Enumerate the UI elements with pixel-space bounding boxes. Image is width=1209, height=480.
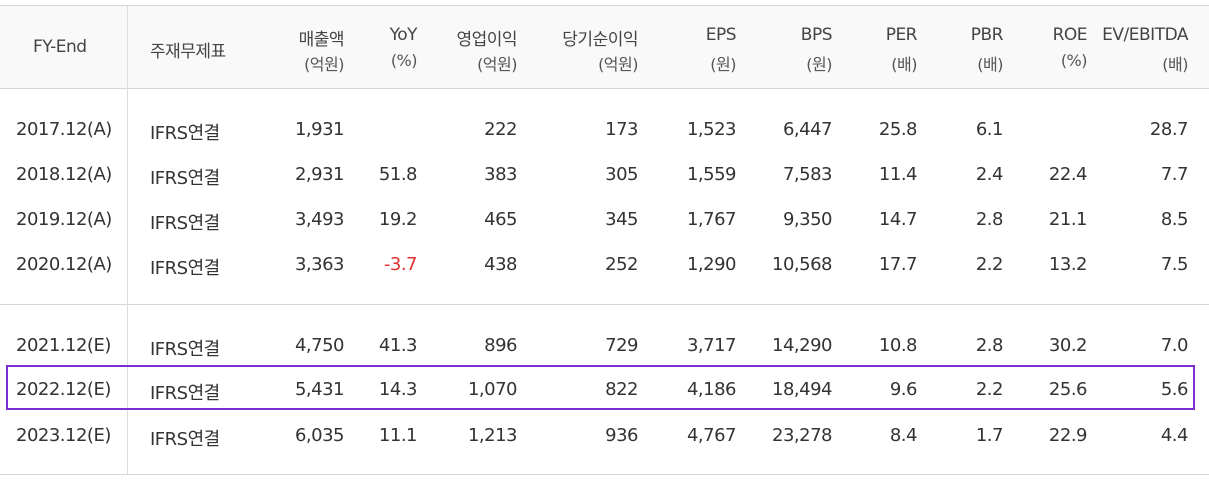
cell-sales: 6,035 [294,425,345,446]
cell-net: 173 [605,119,638,140]
header-yoy-label: YoY [389,25,418,45]
cell-op: 222 [484,119,517,140]
cell-eps: 4,767 [686,425,737,446]
cell-per: 10.8 [878,335,918,356]
cell-pbr: 2.8 [975,335,1004,356]
cell-roe: 22.9 [1048,425,1088,446]
cell-yoy: 11.1 [378,425,418,446]
cell-bps: 6,447 [782,119,833,140]
cell-ev: 7.7 [1160,164,1189,185]
header-fy-label: FY-End [33,37,87,57]
header-op-unit: (억원) [477,55,517,74]
cell-op: 465 [484,209,517,230]
cell-fy: 2021.12(E) [16,335,111,356]
cell-op: 896 [484,335,517,356]
cell-roe: 21.1 [1048,209,1088,230]
cell-eps: 1,290 [686,254,737,275]
cell-eps: 1,559 [686,164,737,185]
header-pbr-label: PBR [970,25,1004,45]
cell-yoy: 19.2 [378,209,418,230]
cell-yoy: -3.7 [383,254,418,275]
cell-pbr: 6.1 [975,119,1004,140]
cell-net: 305 [605,164,638,185]
cell-net: 345 [605,209,638,230]
header-per-unit: (배) [891,55,917,74]
cell-yoy: 51.8 [378,164,418,185]
cell-bps: 10,568 [772,254,832,275]
cell-per: 17.7 [878,254,918,275]
cell-yoy: 41.3 [378,335,418,356]
highlighted-row-outline [6,365,1195,410]
header-net-unit: (억원) [598,55,638,74]
header-bottom-border [0,88,1209,89]
header-ev-unit: (배) [1162,55,1188,74]
header-sales-label: 매출액 [298,30,345,50]
cell-eps: 1,767 [686,209,737,230]
cell-sales: 1,931 [294,119,345,140]
cell-bps: 14,290 [772,335,832,356]
header-net-label: 당기순이익 [562,30,638,50]
cell-eps: 1,523 [686,119,737,140]
cell-eps: 3,717 [686,335,737,356]
header-bps-label: BPS [800,25,833,45]
header-per-label: PER [885,25,918,45]
cell-pbr: 2.8 [975,209,1004,230]
cell-pbr: 2.4 [975,164,1004,185]
cell-fy: 2017.12(A) [16,119,112,140]
cell-roe: 22.4 [1048,164,1088,185]
cell-ev: 8.5 [1160,209,1189,230]
header-yoy-unit: (%) [390,51,418,70]
cell-ev: 7.0 [1160,335,1189,356]
cell-bps: 9,350 [782,209,833,230]
cell-fy: 2020.12(A) [16,254,112,275]
cell-per: 14.7 [878,209,918,230]
cell-fy: 2018.12(A) [16,164,112,185]
table-bottom-border [0,474,1209,475]
header-bps-unit: (원) [806,55,832,74]
cell-per: 11.4 [878,164,918,185]
cell-sales: 3,493 [294,209,345,230]
cell-per: 8.4 [889,425,918,446]
cell-ev: 4.4 [1160,425,1189,446]
cell-sales: 2,931 [294,164,345,185]
cell-net: 729 [605,335,638,356]
cell-sales: 4,750 [294,335,345,356]
cell-bps: 23,278 [772,425,832,446]
header-pbr-unit: (배) [977,55,1003,74]
cell-per: 25.8 [878,119,918,140]
cell-fy: 2019.12(A) [16,209,112,230]
header-top-border [0,5,1209,6]
cell-net: 936 [605,425,638,446]
cell-op: 1,213 [467,425,518,446]
cell-roe: 13.2 [1048,254,1088,275]
cell-bps: 7,583 [782,164,833,185]
cell-fy: 2023.12(E) [16,425,111,446]
header-sales-unit: (억원) [304,55,344,74]
cell-net: 252 [605,254,638,275]
header-eps-unit: (원) [710,55,736,74]
cell-ev: 28.7 [1149,119,1189,140]
cell-op: 438 [484,254,517,275]
header-op-label: 영업이익 [456,30,517,50]
cell-roe: 30.2 [1048,335,1088,356]
cell-pbr: 1.7 [975,425,1004,446]
header-roe-label: ROE [1052,25,1088,45]
cell-pbr: 2.2 [975,254,1004,275]
header-eps-label: EPS [705,25,737,45]
financial-summary-table: FY-End 주재무제표 매출액 (억원) YoY (%) 영업이익 (억원) 당기순이익 (억원… [0,0,1209,480]
actual-section-border [0,304,1209,305]
cell-ev: 7.5 [1160,254,1189,275]
header-ev-label: EV/EBITDA [1102,25,1188,45]
cell-sales: 3,363 [294,254,345,275]
cell-op: 383 [484,164,517,185]
header-roe-unit: (%) [1060,51,1088,70]
